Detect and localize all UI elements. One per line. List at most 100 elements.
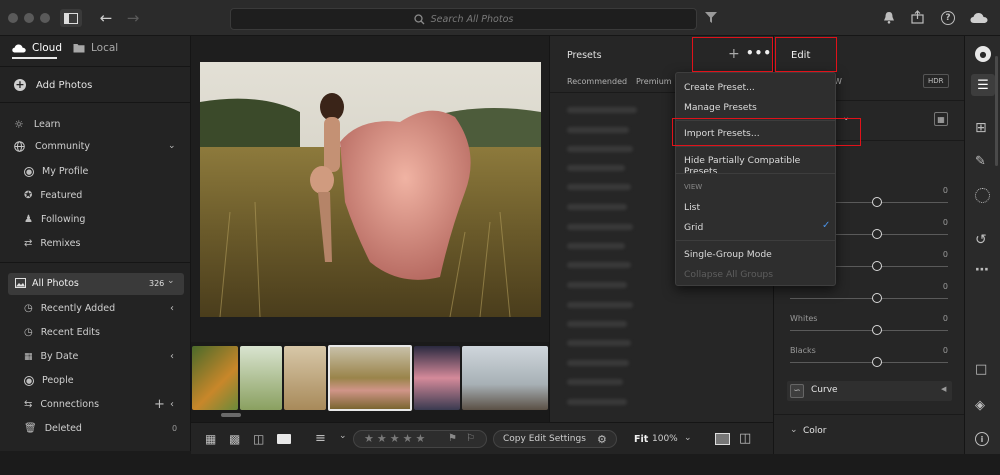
slider-knob[interactable]	[871, 197, 882, 207]
sidebar-item-recently-added[interactable]: ◷ Recently Added	[24, 303, 115, 314]
chevron-down-icon[interactable]: ⌄	[790, 425, 798, 435]
curve-section[interactable]: ∽ Curve ◀	[787, 381, 952, 401]
chevron-left-icon[interactable]: ‹	[170, 399, 174, 410]
sidebar-item-remixes[interactable]: ⇄ Remixes	[24, 238, 80, 249]
sidebar-item-my-profile[interactable]: ● My Profile	[24, 166, 88, 177]
preset-item[interactable]	[567, 282, 627, 288]
edit-sliders-icon[interactable]: ☰	[971, 74, 995, 96]
preset-item[interactable]	[567, 184, 631, 190]
slider-knob[interactable]	[871, 293, 882, 303]
gear-icon[interactable]: ⚙	[597, 433, 607, 446]
back-arrow-icon[interactable]: ←	[97, 9, 115, 27]
preset-item[interactable]	[567, 146, 633, 152]
before-after-icon[interactable]	[715, 433, 730, 445]
preset-item[interactable]	[567, 204, 627, 210]
add-connection-icon[interactable]: +	[154, 397, 165, 412]
sidebar-item-featured[interactable]: ✪ Featured	[24, 190, 82, 201]
hdr-toggle[interactable]: HDR	[923, 74, 949, 88]
sidebar-item-following[interactable]: ♟ Following	[24, 214, 85, 225]
masking-icon[interactable]	[975, 188, 990, 203]
filter-icon[interactable]	[705, 12, 717, 23]
detail-view-icon[interactable]	[277, 434, 291, 444]
zoom-level[interactable]: 100%	[652, 434, 678, 444]
forward-arrow-icon[interactable]: →	[124, 9, 142, 27]
preset-item[interactable]	[567, 360, 629, 366]
learn-item[interactable]: ☼ Learn	[14, 118, 60, 131]
fit-button[interactable]: Fit	[634, 434, 648, 445]
comment-icon[interactable]: □	[975, 362, 987, 377]
presets-icon[interactable]: ●	[975, 46, 991, 62]
grid-small-icon[interactable]: ▦	[205, 432, 216, 446]
thumbnail[interactable]	[462, 346, 548, 410]
sidebar-item-connections[interactable]: ⇆ Connections	[24, 399, 99, 410]
chevron-down-icon[interactable]: ⌄	[339, 431, 347, 441]
grid-large-icon[interactable]: ▩	[229, 432, 240, 446]
slider-knob[interactable]	[871, 261, 882, 271]
preset-item[interactable]	[567, 165, 625, 171]
slider-track[interactable]	[790, 298, 948, 299]
menu-item-single-group-mode[interactable]: Single-Group Mode	[684, 249, 772, 260]
menu-item-grid[interactable]: Grid	[684, 222, 703, 233]
scrollbar[interactable]	[995, 56, 998, 166]
minimize-window-button[interactable]	[24, 13, 34, 23]
preset-item[interactable]	[567, 243, 625, 249]
preset-item[interactable]	[567, 302, 633, 308]
preset-item[interactable]	[567, 224, 633, 230]
share-icon[interactable]	[911, 10, 924, 24]
tab-recommended[interactable]: Recommended	[567, 77, 627, 86]
tab-local[interactable]: Local	[73, 42, 118, 54]
rating-control[interactable]: ★★★★★ ⚑ ⚐	[353, 430, 487, 448]
menu-item-manage-presets[interactable]: Manage Presets	[684, 102, 757, 113]
slider-knob[interactable]	[871, 229, 882, 239]
chevron-down-icon[interactable]: ⌄	[167, 276, 175, 286]
copy-edit-settings-button[interactable]: Copy Edit Settings ⚙	[493, 430, 617, 448]
more-icon[interactable]: ⋯	[975, 262, 989, 278]
sidebar-item-people[interactable]: ● People	[24, 375, 74, 386]
slider-track[interactable]	[790, 330, 948, 331]
star-rating-icon[interactable]: ★★★★★	[364, 432, 428, 445]
help-icon[interactable]: ?	[941, 11, 955, 25]
community-item[interactable]: Community	[14, 141, 90, 152]
filmstrip-scrollbar[interactable]	[221, 413, 241, 417]
preset-item[interactable]	[567, 379, 623, 385]
tag-icon[interactable]: ◈	[975, 398, 985, 413]
cloud-status-icon[interactable]	[970, 12, 988, 24]
preset-item[interactable]	[567, 321, 627, 327]
info-icon[interactable]: i	[975, 432, 989, 446]
slider-knob[interactable]	[871, 325, 882, 335]
chevron-down-icon[interactable]: ⌄	[168, 141, 176, 151]
preset-item[interactable]	[567, 107, 637, 113]
zoom-window-button[interactable]	[40, 13, 50, 23]
preset-item[interactable]	[567, 127, 629, 133]
view-mode-icon[interactable]: ▦	[934, 112, 948, 126]
sidebar-item-recent-edits[interactable]: ◷ Recent Edits	[24, 327, 100, 338]
color-section-label[interactable]: Color	[803, 426, 827, 436]
tab-cloud[interactable]: Cloud	[12, 42, 62, 54]
healing-eraser-icon[interactable]: ✎	[975, 154, 986, 169]
menu-item-collapse-all-groups[interactable]: Collapse All Groups	[684, 269, 773, 280]
search-bar[interactable]: Search All Photos	[230, 8, 697, 30]
thumbnail[interactable]	[240, 346, 282, 410]
preset-item[interactable]	[567, 399, 627, 405]
crop-icon[interactable]: ⊞	[975, 120, 987, 136]
sort-icon[interactable]: ≡	[315, 431, 326, 446]
chevron-down-icon[interactable]: ⌄	[684, 433, 692, 443]
thumbnail[interactable]	[414, 346, 460, 410]
chevron-left-icon[interactable]: ‹	[170, 303, 174, 314]
slider-track[interactable]	[790, 362, 948, 363]
all-photos-row[interactable]: All Photos 326 ⌄	[8, 273, 184, 295]
search-input[interactable]: Search All Photos	[431, 14, 514, 25]
thumbnail-selected[interactable]	[328, 345, 412, 411]
thumbnail[interactable]	[284, 346, 326, 410]
preset-item[interactable]	[567, 340, 631, 346]
notifications-bell-icon[interactable]	[883, 11, 895, 24]
history-icon[interactable]: ↺	[975, 232, 987, 248]
close-window-button[interactable]	[8, 13, 18, 23]
sidebar-item-deleted[interactable]: 🗑 Deleted	[24, 423, 82, 434]
reject-flag-icon[interactable]: ⚐	[466, 433, 475, 444]
add-photos-button[interactable]: + Add Photos	[14, 79, 92, 91]
main-photo[interactable]	[200, 62, 541, 317]
sidebar-toggle-icon[interactable]	[60, 9, 82, 27]
flag-icon[interactable]: ⚑	[448, 433, 457, 444]
tab-premium[interactable]: Premium	[636, 77, 672, 86]
